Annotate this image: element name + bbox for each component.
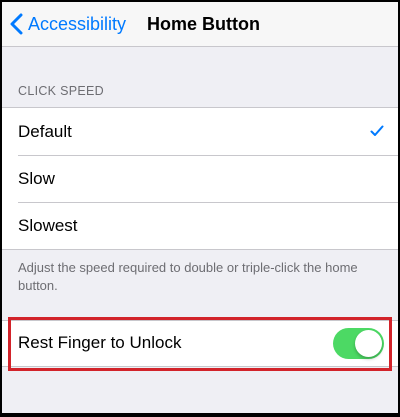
option-label: Slowest — [18, 215, 78, 235]
click-speed-option-slow[interactable]: Slow — [2, 155, 398, 202]
toggle-knob — [355, 330, 382, 357]
navigation-bar: Accessibility Home Button — [2, 2, 398, 47]
chevron-left-icon — [10, 13, 23, 35]
click-speed-option-default[interactable]: Default — [2, 108, 398, 155]
page-title: Home Button — [147, 14, 260, 34]
settings-screen: Accessibility Home Button CLICK SPEED De… — [2, 2, 398, 413]
back-button[interactable]: Accessibility — [10, 10, 126, 38]
click-speed-option-slowest[interactable]: Slowest — [2, 202, 398, 249]
click-speed-footer: Adjust the speed required to double or t… — [18, 260, 358, 293]
rest-finger-row: Rest Finger to Unlock — [2, 320, 398, 367]
option-label: Default — [18, 121, 72, 141]
rest-finger-label: Rest Finger to Unlock — [18, 333, 182, 352]
rest-finger-toggle[interactable] — [333, 328, 384, 359]
click-speed-list: Default Slow Slowest — [2, 107, 398, 250]
option-label: Slow — [18, 168, 55, 188]
back-button-label: Accessibility — [28, 13, 127, 34]
section-header-click-speed: CLICK SPEED — [18, 84, 104, 98]
checkmark-icon — [370, 124, 384, 142]
